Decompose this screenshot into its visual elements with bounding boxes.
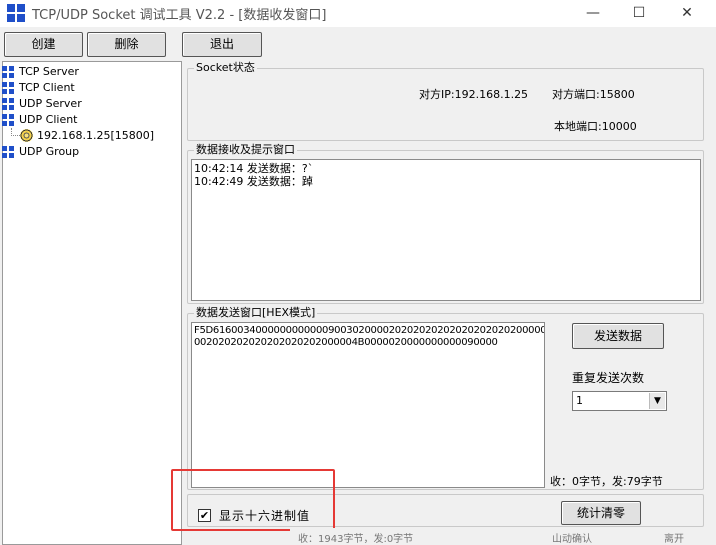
background-text: 离开 — [664, 534, 684, 545]
send-line: 002020202020202020202000004B000002000000… — [194, 337, 498, 348]
background-text: 山动确认 — [552, 534, 592, 545]
socket-status-group: Socket状态 对方IP:192.168.1.25 对方端口:15800 本地… — [187, 61, 704, 141]
send-data-button[interactable]: 发送数据 — [572, 323, 664, 349]
group-title: Socket状态 — [194, 61, 257, 75]
tree-item-label: 192.168.1.25[15800] — [37, 129, 155, 142]
app-icon — [7, 4, 25, 22]
remote-port-label: 对方端口:15800 — [552, 88, 635, 101]
tree-item-label: TCP Server — [19, 65, 79, 78]
maximize-button[interactable]: ☐ — [616, 0, 662, 27]
background-text: 收：1943字节，发:0字节 — [298, 534, 414, 545]
send-group: 数据发送窗口[HEX模式] F5D61600340000000000009003… — [187, 306, 704, 490]
exit-button[interactable]: 退出 — [182, 32, 262, 57]
connection-icon — [20, 129, 33, 142]
send-textarea[interactable]: F5D6160034000000000000900302000020202020… — [191, 322, 545, 488]
group-title: 数据接收及提示窗口 — [194, 143, 297, 157]
remote-ip-label: 对方IP:192.168.1.25 — [419, 88, 529, 101]
receive-textarea[interactable]: 10:42:14 发送数据：?` 10:42:49 发送数据：踔 — [191, 159, 701, 301]
tree-item-label: TCP Client — [19, 81, 75, 94]
clear-stats-button[interactable]: 统计清零 — [561, 501, 641, 525]
network-grid-icon — [2, 66, 15, 78]
window-title: TCP/UDP Socket 调试工具 V2.2 - [数据收发窗口] — [32, 8, 327, 23]
network-grid-icon — [2, 114, 15, 126]
create-button[interactable]: 创建 — [4, 32, 83, 57]
receive-group: 数据接收及提示窗口 10:42:14 发送数据：?` 10:42:49 发送数据… — [187, 143, 704, 304]
chevron-down-icon[interactable]: ▼ — [649, 393, 665, 409]
highlight-box — [171, 469, 335, 531]
tree-item-label: UDP Group — [19, 145, 80, 158]
tree-item-label: UDP Client — [19, 113, 78, 126]
repeat-count-select[interactable]: 1 ▼ — [572, 391, 667, 411]
byte-counter: 收：0字节，发:79字节 — [550, 475, 663, 488]
receive-line: 10:42:14 发送数据：?` — [194, 162, 314, 175]
send-line: F5D6160034000000000000900302000020202020… — [194, 325, 545, 336]
network-grid-icon — [2, 146, 15, 158]
network-grid-icon — [2, 82, 15, 94]
repeat-count-label: 重复发送次数 — [572, 371, 645, 385]
receive-line: 10:42:49 发送数据：踔 — [194, 175, 313, 188]
repeat-count-value: 1 — [576, 394, 583, 407]
tree-item-label: UDP Server — [19, 97, 82, 110]
minimize-button[interactable]: — — [570, 0, 616, 27]
close-button[interactable]: ✕ — [664, 0, 710, 27]
network-grid-icon — [2, 98, 15, 110]
tree-connector — [11, 135, 20, 136]
title-bar: TCP/UDP Socket 调试工具 V2.2 - [数据收发窗口] — ☐ … — [0, 0, 716, 27]
local-port-label: 本地端口:10000 — [554, 120, 637, 133]
group-title: 数据发送窗口[HEX模式] — [194, 306, 318, 320]
delete-button[interactable]: 删除 — [87, 32, 166, 57]
